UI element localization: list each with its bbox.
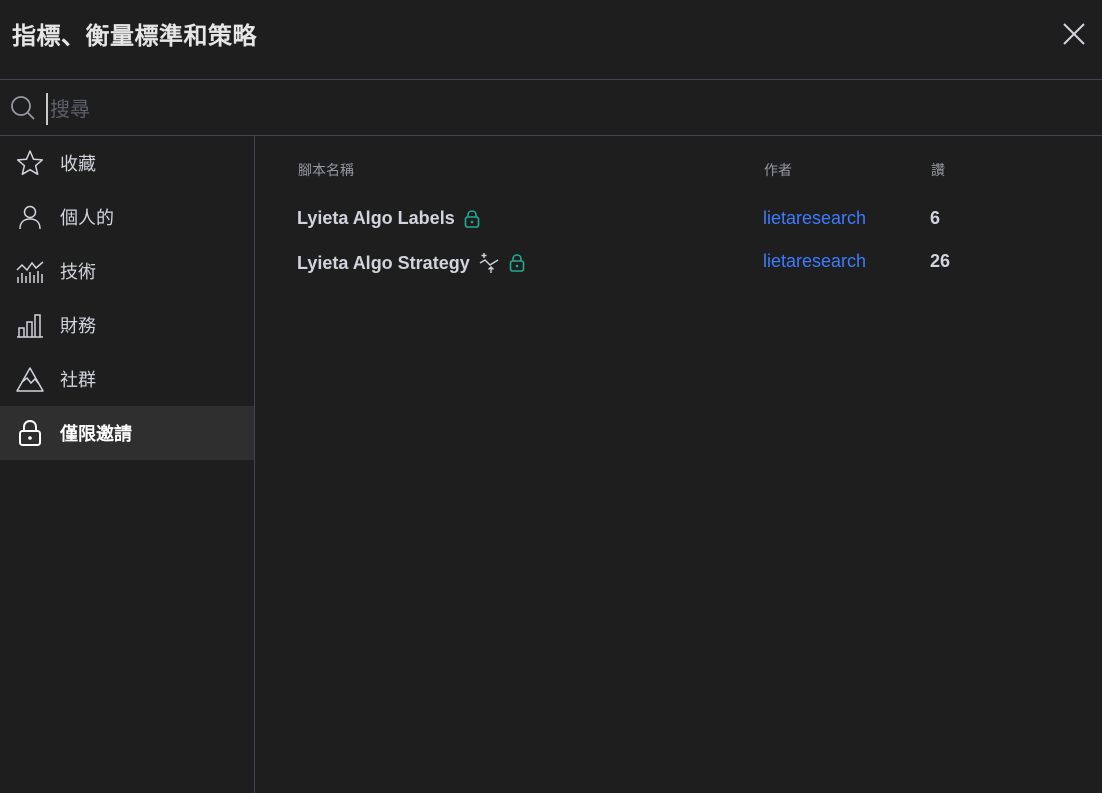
sidebar-item-label: 個人的 bbox=[60, 208, 114, 229]
sidebar-item-label: 收藏 bbox=[60, 154, 96, 175]
sidebar-item-label: 僅限邀請 bbox=[60, 424, 132, 445]
search-bar bbox=[0, 80, 1102, 136]
script-list: 腳本名稱 作者 讚 Lyieta Algo Labels lietaresear… bbox=[255, 136, 1102, 793]
script-name[interactable]: Lyieta Algo Strategy bbox=[297, 251, 526, 275]
star-icon bbox=[16, 150, 44, 176]
script-name-text: Lyieta Algo Strategy bbox=[297, 252, 470, 273]
category-sidebar: 收藏 個人的 技術 財務 社群 僅限邀請 bbox=[0, 136, 255, 793]
sidebar-item-label: 技術 bbox=[60, 262, 96, 283]
dialog-title: 指標、衡量標準和策略 bbox=[12, 22, 257, 50]
column-header-author: 作者 bbox=[764, 163, 792, 179]
script-name[interactable]: Lyieta Algo Labels bbox=[297, 208, 481, 229]
chart-line-icon bbox=[16, 261, 44, 283]
sidebar-item-label: 社群 bbox=[60, 370, 96, 391]
user-icon bbox=[19, 205, 41, 230]
likes-count: 6 bbox=[930, 208, 941, 228]
lock-icon bbox=[509, 254, 525, 272]
sidebar-item-label: 財務 bbox=[60, 316, 96, 337]
column-header-name: 腳本名稱 bbox=[298, 163, 354, 179]
author-link[interactable]: lietaresearch bbox=[763, 251, 866, 272]
search-icon bbox=[11, 96, 35, 120]
script-name-text: Lyieta Algo Labels bbox=[297, 208, 455, 228]
sidebar-item-community[interactable]: 社群 bbox=[0, 352, 254, 406]
mountain-icon bbox=[16, 367, 44, 392]
sidebar-item-favorites[interactable]: 收藏 bbox=[0, 136, 254, 190]
close-icon[interactable] bbox=[1060, 20, 1088, 48]
table-row[interactable]: Lyieta Algo Strategy lietaresearch 26 bbox=[255, 245, 1102, 281]
lock-icon bbox=[464, 209, 480, 228]
bar-chart-icon bbox=[17, 314, 43, 338]
sidebar-item-invite-only[interactable]: 僅限邀請 bbox=[0, 406, 254, 460]
strategy-icon bbox=[479, 253, 499, 273]
table-row[interactable]: Lyieta Algo Labels lietaresearch 6 bbox=[255, 202, 1102, 238]
lock-icon bbox=[19, 419, 41, 446]
likes-count: 26 bbox=[930, 251, 951, 271]
dialog-header: 指標、衡量標準和策略 bbox=[0, 0, 1102, 80]
sidebar-item-technical[interactable]: 技術 bbox=[0, 244, 254, 298]
author-link[interactable]: lietaresearch bbox=[763, 208, 866, 229]
search-input[interactable] bbox=[46, 93, 1052, 125]
sidebar-item-personal[interactable]: 個人的 bbox=[0, 190, 254, 244]
column-header-likes: 讚 bbox=[931, 163, 945, 179]
sidebar-item-financial[interactable]: 財務 bbox=[0, 298, 254, 352]
